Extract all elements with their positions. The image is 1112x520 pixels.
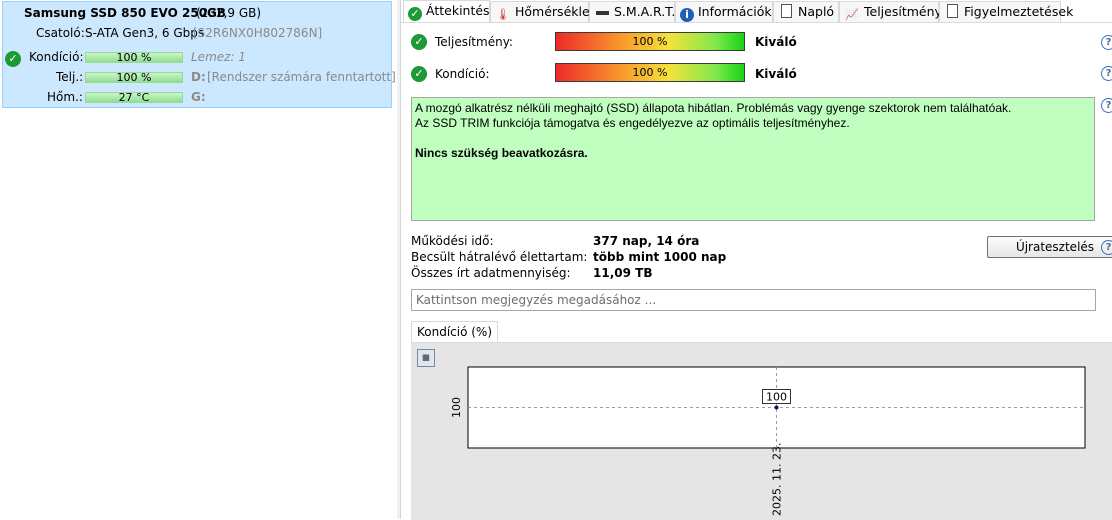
- help-health-icon[interactable]: ?: [1101, 66, 1112, 81]
- info-icon: i: [680, 8, 694, 22]
- health-ok-icon: ✓: [5, 51, 21, 67]
- check-circle-icon: ✓: [408, 7, 422, 21]
- lifetime-label: Becsült hátralévő élettartam:: [411, 250, 588, 264]
- tab-alerts[interactable]: Figyelmeztetések: [939, 1, 1073, 22]
- details-panel: ✓ Áttekintés 🌡 Hőmérséklet S.M.A.R.T. i Inf…: [401, 0, 1112, 520]
- disk-size: (232,9 GB): [196, 6, 262, 20]
- uptime-label: Működési idő:: [411, 234, 494, 248]
- tab-label: Információk: [698, 4, 772, 19]
- tab-performance[interactable]: 📈 Teljesítmény: [839, 1, 942, 22]
- health-rating: Kiváló: [755, 67, 797, 81]
- health-chart: 100 100 2025. 11. 23.: [450, 366, 1086, 516]
- thermometer-icon: 🌡: [496, 8, 510, 21]
- status-action: Nincs szükség beavatkozásra.: [415, 146, 588, 160]
- status-line-1: A mozgó alkatrész nélküli meghajtó (SSD)…: [415, 101, 1012, 115]
- performance-bar: 100 %: [555, 32, 745, 51]
- tab-smart[interactable]: S.M.A.R.T.: [589, 1, 675, 22]
- health-bar: 100 %: [555, 63, 745, 82]
- y-tick-label: 100: [450, 397, 463, 418]
- x-tick-label: 2025. 11. 23.: [771, 443, 784, 516]
- data-label: 100: [766, 391, 787, 404]
- written-data-value: 11,09 TB: [593, 266, 653, 280]
- health-label: Kondíció:: [29, 50, 84, 64]
- lifetime-value: több mint 1000 nap: [593, 250, 727, 264]
- partition-label-d: [Rendszer számára fenntartott],: [207, 70, 400, 84]
- help-retest-icon[interactable]: ?: [1101, 240, 1112, 255]
- performance-label: Telj.:: [56, 70, 84, 84]
- tab-label: Hőmérséklet: [515, 4, 595, 19]
- performance-mini-bar: 100 %: [85, 72, 183, 83]
- comment-input[interactable]: Kattintson megjegyzés megadásához ...: [411, 289, 1096, 311]
- temperature-mini-bar: 27 °C: [85, 92, 183, 103]
- chart-tab-health[interactable]: Kondíció (%): [411, 321, 498, 343]
- alerts-icon: [944, 4, 960, 18]
- written-data-label: Összes írt adatmennyiség:: [411, 266, 571, 280]
- chart-area: ▪ 100 100 2025. 11. 23.: [411, 342, 1112, 520]
- disk-number: Lemez: 1: [191, 50, 246, 64]
- performance-rating: Kiváló: [755, 35, 797, 49]
- interface-label: Csatoló:: [36, 26, 85, 40]
- retest-button[interactable]: Újratesztelés: [987, 236, 1112, 258]
- tab-label: Figyelmeztetések: [964, 4, 1074, 19]
- tab-temperature[interactable]: 🌡 Hőmérséklet: [490, 1, 595, 22]
- drive-letter-d: D:: [191, 70, 206, 84]
- document-icon: [778, 4, 794, 18]
- performance-label: Teljesítmény:: [435, 35, 513, 49]
- temperature-label: Hőm.:: [47, 90, 83, 104]
- tab-log[interactable]: Napló: [773, 1, 839, 22]
- tab-label: Áttekintés: [426, 3, 490, 18]
- tab-information[interactable]: i Információk: [675, 1, 773, 22]
- smart-drive-icon: [594, 8, 610, 22]
- health-mini-bar: 100 %: [85, 52, 183, 63]
- disk-card[interactable]: Samsung SSD 850 EVO 250GB (232,9 GB) Csa…: [2, 1, 400, 108]
- serial-number: [S2R6NX0H802786N]: [193, 26, 323, 40]
- data-point: [774, 405, 779, 410]
- performance-chart-icon: 📈: [845, 8, 859, 21]
- health-label: Kondíció:: [435, 67, 490, 81]
- status-text-box: A mozgó alkatrész nélküli meghajtó (SSD)…: [411, 97, 1095, 221]
- drive-letter-g: G:: [191, 90, 206, 104]
- tab-label: Napló: [798, 4, 835, 19]
- performance-ok-icon: ✓: [411, 34, 427, 50]
- uptime-value: 377 nap, 14 óra: [593, 234, 700, 248]
- tab-label: S.M.A.R.T.: [614, 4, 676, 19]
- help-performance-icon[interactable]: ?: [1101, 35, 1112, 50]
- tab-bar: ✓ Áttekintés 🌡 Hőmérséklet S.M.A.R.T. i Inf…: [401, 0, 1112, 23]
- tab-label: Teljesítmény: [864, 4, 942, 19]
- health-ok-icon: ✓: [411, 66, 427, 82]
- status-line-2: Az SSD TRIM funkciója támogatva és enged…: [415, 116, 850, 130]
- interface-value: S-ATA Gen3, 6 Gbps: [85, 26, 205, 40]
- tab-overview[interactable]: ✓ Áttekintés: [403, 0, 490, 22]
- disk-list-panel: Samsung SSD 850 EVO 250GB (232,9 GB) Csa…: [0, 0, 400, 519]
- help-status-icon[interactable]: ?: [1101, 98, 1112, 113]
